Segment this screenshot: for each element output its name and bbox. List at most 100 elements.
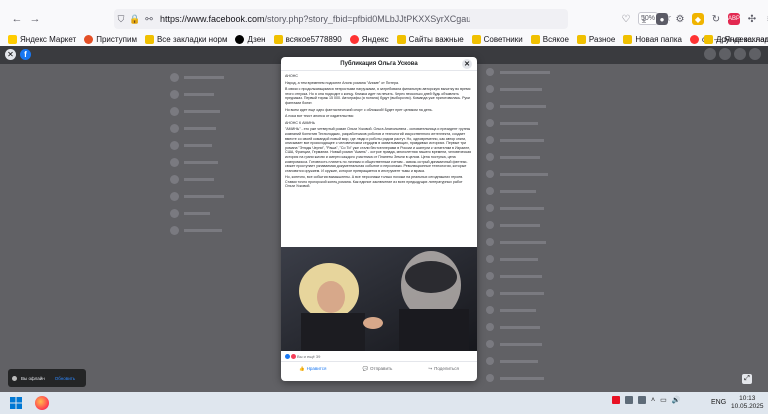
bookmark-folder[interactable]: всякое5778890 [273, 34, 342, 44]
share-button[interactable]: ↪ Поделиться [428, 366, 459, 372]
post-image-graphic [281, 247, 477, 351]
browser-chrome: ← → ⛉ 🔒 ⚯ https://www.facebook.com/story… [0, 0, 768, 46]
contact-item [486, 134, 606, 146]
bookmark-folder[interactable]: Все закладки норм [144, 34, 227, 44]
address-bar[interactable]: ⛉ 🔒 ⚯ https://www.facebook.com/story.php… [114, 9, 672, 29]
network-icon[interactable]: ▭ [660, 396, 667, 404]
close-icon[interactable]: ✕ [462, 59, 472, 69]
contact-item [486, 355, 606, 367]
back-icon[interactable]: ← [8, 10, 26, 28]
love-reaction-icon [291, 354, 296, 359]
menu-grid-icon[interactable] [704, 48, 716, 60]
post-paragraph: "АМИНЬ" - это уже четвертый роман Ольги … [285, 127, 472, 173]
contact-item [486, 253, 606, 265]
modal-title: Публикация Ольга Ускова [340, 60, 418, 67]
bookmark-item[interactable]: Яндекс Маркет [8, 34, 76, 44]
contact-item [486, 338, 606, 350]
like-reaction-icon [285, 354, 290, 359]
extensions-icon[interactable]: ⚙ [674, 13, 686, 25]
account-icon[interactable]: ● [656, 13, 668, 25]
post-text: АНОНС Народ, а тем временем подоспел Ано… [281, 71, 477, 247]
bookmark-folder[interactable]: Разное [576, 34, 615, 44]
extensions: ♡ ⤓ ● ⚙ ◆ ↻ ABP ✣ ≡ [620, 8, 768, 30]
comment-icon: 💬 [362, 365, 369, 371]
post-paragraph: В связи с продолжающимися непростыми наг… [285, 87, 471, 105]
contact-item [486, 321, 606, 333]
url-text[interactable]: https://www.facebook.com/story.php?story… [160, 14, 470, 24]
volume-icon[interactable]: 🔊 [672, 396, 681, 404]
permissions-icon[interactable]: ⚯ [142, 14, 156, 25]
avatar[interactable] [749, 48, 761, 60]
other-bookmarks[interactable]: Другие закладки [704, 34, 768, 44]
sidebar-item [170, 206, 280, 220]
clock-date: 10.05.2025 [731, 403, 764, 410]
sidebar-item [170, 172, 280, 186]
lock-icon[interactable]: 🔒 [128, 14, 142, 25]
comment-button[interactable]: 💬 Отправить [362, 366, 392, 372]
downloads-icon[interactable]: ⤓ [638, 13, 650, 25]
menu-icon[interactable]: ≡ [764, 13, 768, 25]
shield-icon[interactable]: ⛉ [114, 14, 128, 25]
contact-item [486, 372, 606, 384]
bookmark-folder[interactable]: Сайты важные [396, 34, 464, 44]
messenger-icon[interactable] [719, 48, 731, 60]
offline-toast: Вы офлайн Обновить [8, 369, 86, 387]
contact-item [486, 236, 606, 248]
tray-app-icon[interactable] [625, 396, 633, 404]
bookmark-item[interactable]: Приступим [84, 34, 137, 44]
sidebar-item [170, 87, 280, 101]
sidebar-item [170, 138, 280, 152]
url-domain: https://www.facebook.com [160, 14, 265, 24]
bookmark-folder[interactable]: Всякое [530, 34, 569, 44]
post-paragraph: АНОНС К АМИНЬ [285, 120, 315, 125]
contact-item [486, 202, 606, 214]
windows-start-icon[interactable] [10, 397, 22, 409]
language-indicator[interactable]: ENG [711, 399, 726, 406]
refresh-link[interactable]: Обновить [55, 376, 75, 381]
bookmark-item[interactable]: Яндекс [349, 34, 389, 44]
post-image[interactable] [281, 247, 477, 351]
close-viewer-icon[interactable]: ✕ [5, 49, 16, 60]
bookmark-folder[interactable]: Новая папка [623, 34, 682, 44]
tray-app-icon[interactable] [638, 396, 646, 404]
notifications-icon[interactable] [734, 48, 746, 60]
bookmark-folder[interactable]: Советники [471, 34, 523, 44]
sidebar-item [170, 223, 280, 237]
contact-item [486, 100, 606, 112]
like-button[interactable]: 👍 Нравится [299, 366, 326, 372]
chevron-up-icon[interactable]: ˄ [651, 397, 655, 404]
pocket-icon[interactable]: ♡ [620, 13, 632, 25]
contact-item [486, 270, 606, 282]
post-paragraph: Но, конечно, все события вымышлены. А вс… [285, 175, 464, 189]
extensions-puzzle-icon[interactable]: ✣ [746, 13, 758, 25]
firefox-taskbar-icon[interactable] [35, 396, 49, 410]
contact-item [486, 287, 606, 299]
right-sidebar [486, 66, 606, 389]
tray-alert-icon[interactable] [612, 396, 620, 404]
contact-item [486, 304, 606, 316]
contact-item [486, 151, 606, 163]
post-modal: Публикация Ольга Ускова ✕ АНОНС Народ, а… [281, 57, 477, 381]
topbar-actions [704, 48, 761, 60]
contact-item [486, 117, 606, 129]
sidebar-item [170, 189, 280, 203]
toolbar: ← → ⛉ 🔒 ⚯ https://www.facebook.com/story… [0, 8, 768, 30]
facebook-logo-icon[interactable]: f [20, 49, 31, 60]
contact-item [486, 185, 606, 197]
post-paragraph: А пока вот текст анонса от издательства: [285, 114, 354, 119]
contact-item [486, 219, 606, 231]
adblock-icon[interactable]: ABP [728, 13, 740, 25]
sidebar-item [170, 155, 280, 169]
clock[interactable]: 10:13 10.05.2025 [731, 395, 764, 411]
thumbs-up-icon: 👍 [298, 365, 305, 371]
forward-icon[interactable]: → [26, 10, 44, 28]
post-actions: 👍 Нравится 💬 Отправить ↪ Поделиться [281, 361, 477, 375]
extension-yellow-icon[interactable]: ◆ [692, 13, 704, 25]
sidebar-item [170, 70, 280, 84]
bookmark-item[interactable]: Дзен [235, 34, 266, 44]
reactions-summary[interactable]: Вы и ещё 39 [285, 354, 320, 359]
expand-icon[interactable]: ⤢ [742, 374, 752, 384]
reload-extension-icon[interactable]: ↻ [710, 13, 722, 25]
contact-item [486, 168, 606, 180]
post-paragraph: Народ, а тем временем подоспел Анонс ром… [285, 80, 399, 85]
